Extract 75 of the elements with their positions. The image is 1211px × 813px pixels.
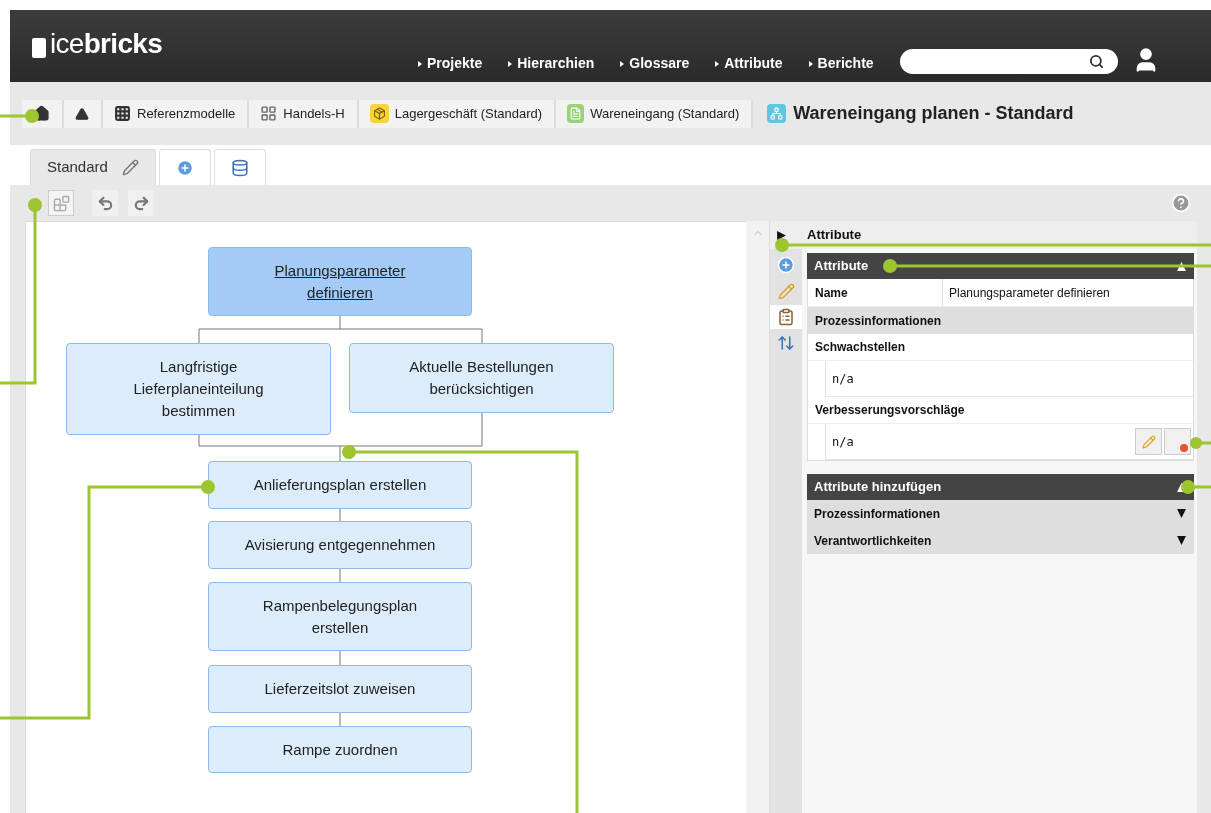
blocks-icon xyxy=(52,194,70,212)
arrows-icon xyxy=(777,334,795,352)
connector-line xyxy=(339,650,341,666)
connector-line xyxy=(339,508,341,522)
nav-link[interactable]: Attribute xyxy=(715,53,783,74)
attribute-label: Name xyxy=(808,279,943,306)
attribute-label: Verbesserungsvorschläge xyxy=(808,397,1193,424)
up-button[interactable] xyxy=(64,99,103,128)
section-header[interactable]: Attribute hinzufügen xyxy=(807,474,1194,500)
attribute-value: Planungsparameter definieren xyxy=(948,284,1111,302)
group-header: Prozessinformationen xyxy=(808,307,1193,334)
redo-button[interactable] xyxy=(128,190,154,216)
breadcrumb-item[interactable]: Wareneingang (Standard) xyxy=(556,99,754,128)
nav-link[interactable]: Projekte xyxy=(418,53,483,74)
leader-line xyxy=(1190,437,1211,449)
process-node[interactable]: Langfristige Lieferplaneinteilung bestimmen xyxy=(66,343,331,435)
tab[interactable]: Standard xyxy=(30,149,156,185)
breadcrumb-item[interactable]: Handels-H xyxy=(249,99,359,128)
redo-icon xyxy=(132,194,150,212)
toggle-icon[interactable] xyxy=(1176,508,1187,519)
attribute-value: n/a xyxy=(832,433,854,451)
attribute-value: n/a xyxy=(832,370,854,388)
process-node[interactable]: Planungsparameter definieren xyxy=(208,247,472,316)
delete-button[interactable] xyxy=(1164,428,1191,455)
breadcrumb-item[interactable]: Lagergeschäft (Standard) xyxy=(358,99,557,128)
leader-line xyxy=(1181,480,1211,494)
group-row[interactable]: Prozessinformationen xyxy=(807,500,1194,527)
connector-line xyxy=(339,568,341,583)
collapse-icon[interactable] xyxy=(776,229,787,241)
up-icon xyxy=(75,106,89,121)
undo-icon xyxy=(96,194,114,212)
process-node[interactable]: Anlieferungsplan erstellen xyxy=(208,461,472,509)
tab[interactable] xyxy=(213,149,266,185)
undo-button[interactable] xyxy=(92,190,118,216)
process-node[interactable]: Rampe zuordnen xyxy=(208,726,472,773)
connector-line xyxy=(339,712,341,727)
group-row[interactable]: Verantwortlichkeiten xyxy=(807,527,1194,554)
logo-icon xyxy=(32,38,46,58)
panel-title: Attribute xyxy=(807,226,862,245)
package-icon xyxy=(369,104,389,123)
nav-link[interactable]: Glossare xyxy=(620,53,690,74)
pencil-icon xyxy=(777,282,795,300)
side-tool-button[interactable] xyxy=(770,305,802,329)
nav-link[interactable]: Berichte xyxy=(808,53,874,74)
search-field[interactable] xyxy=(899,49,1118,74)
grid-icon xyxy=(114,105,131,122)
process-node[interactable]: Avisierung entgegennehmen xyxy=(208,521,472,569)
leader-line xyxy=(0,109,39,123)
pencil-icon xyxy=(121,159,139,176)
process-node[interactable]: Rampenbelegungsplan erstellen xyxy=(208,582,472,651)
remove-icon xyxy=(1180,444,1188,452)
caret-icon xyxy=(620,60,625,67)
pencil-icon xyxy=(1141,434,1156,449)
toggle-icon[interactable] xyxy=(1176,260,1187,272)
plus-icon xyxy=(777,256,795,274)
caret-icon xyxy=(808,60,813,67)
attribute-label: Schwachstellen xyxy=(808,334,1193,361)
plus-icon xyxy=(175,158,194,177)
toggle-icon[interactable] xyxy=(1176,535,1187,546)
page-title: Wareneingang planen - Standard xyxy=(793,102,1074,125)
process-node[interactable]: Aktuelle Bestellungen berücksichtigen xyxy=(349,343,614,413)
process-node[interactable]: Lieferzeitslot zuweisen xyxy=(208,665,472,713)
logo[interactable]: icebricks xyxy=(50,30,162,58)
tab[interactable] xyxy=(158,149,211,185)
document-icon xyxy=(567,104,585,123)
clipboard-icon xyxy=(777,308,795,326)
diagram-icon xyxy=(767,104,787,123)
caret-icon xyxy=(418,60,422,67)
breadcrumb-item[interactable]: Referenzmodelle xyxy=(103,99,250,128)
search-icon[interactable] xyxy=(1088,54,1104,69)
caret-icon xyxy=(508,60,513,67)
help-icon[interactable] xyxy=(1171,193,1191,213)
caret-icon xyxy=(715,60,720,67)
tiles-icon xyxy=(260,105,278,122)
nav-link[interactable]: Hierarchien xyxy=(508,53,595,74)
